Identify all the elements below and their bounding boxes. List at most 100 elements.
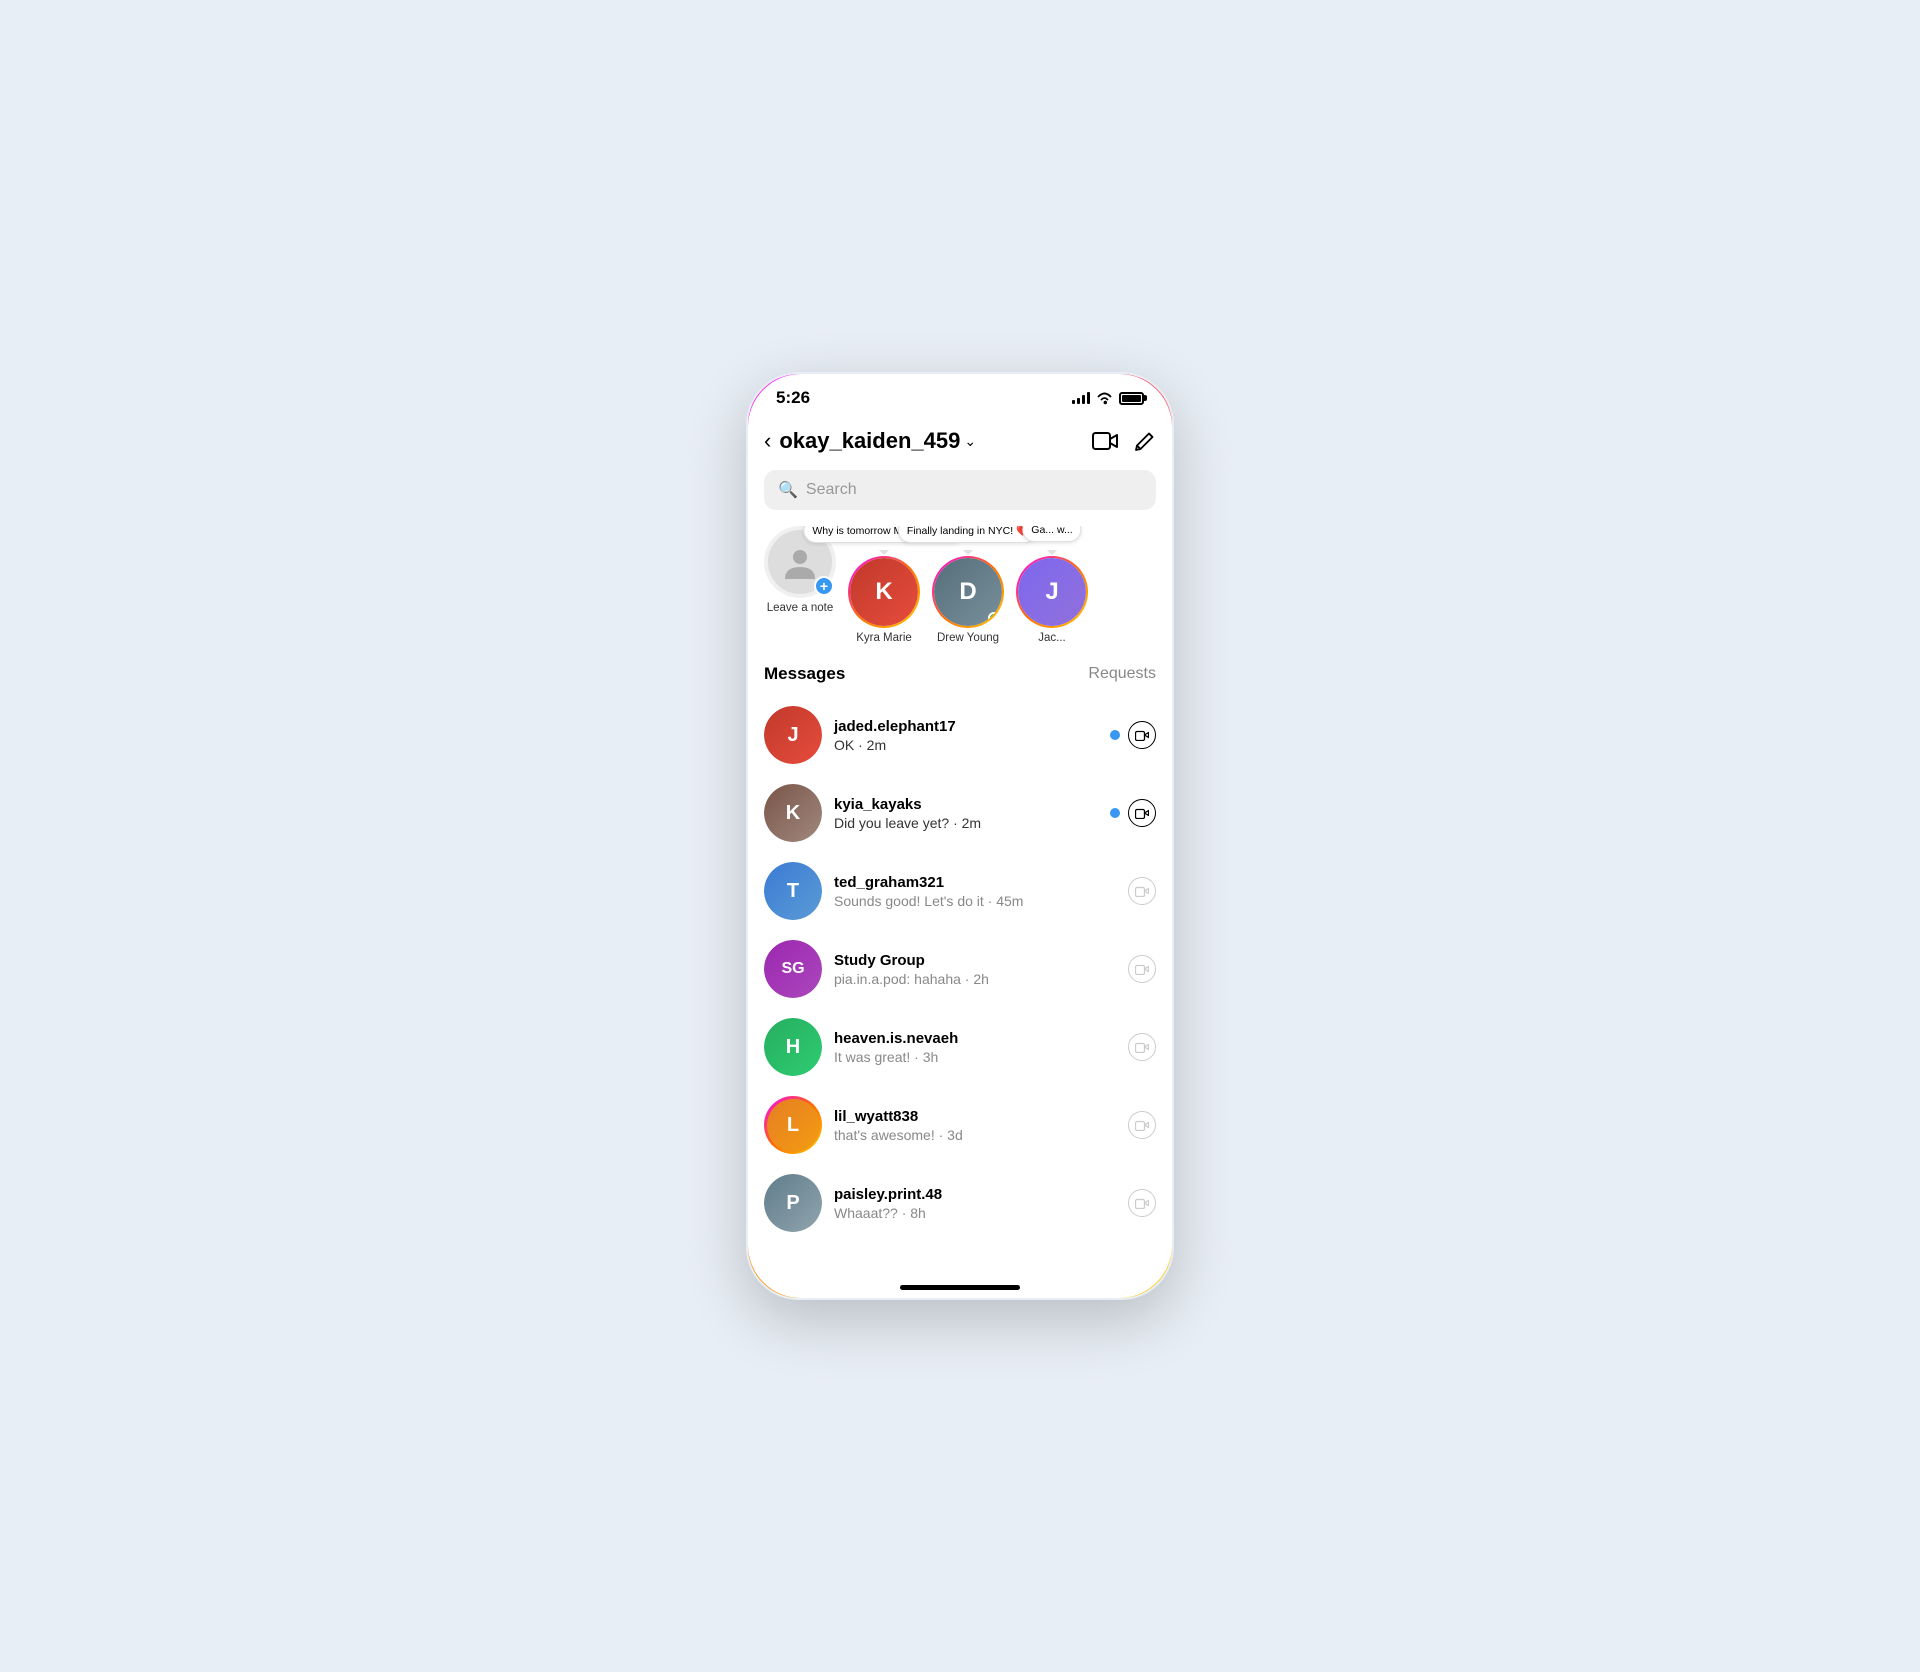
story-label-jac: Jac... <box>1038 632 1065 644</box>
status-bar: 5:26 <box>748 374 1172 416</box>
chevron-down-icon[interactable]: ⌄ <box>964 433 976 450</box>
person-silhouette-icon <box>781 543 819 581</box>
story-item-jac[interactable]: Ga... w... J Jac... <box>1016 556 1088 644</box>
lil-wyatt-avatar-img: L <box>767 1099 820 1152</box>
message-item-kyia[interactable]: K kyia_kayaks Did you leave yet? · 2m <box>752 774 1168 852</box>
msg-preview-ted: Sounds good! Let's do it · 45m <box>834 893 1116 909</box>
header-icons <box>1092 430 1156 452</box>
paisley-avatar-img: P <box>764 1174 822 1232</box>
camera-icon-svg-heaven <box>1135 1041 1149 1053</box>
camera-button-studygroup[interactable] <box>1128 955 1156 983</box>
story-label-drew: Drew Young <box>937 632 999 644</box>
kyia-avatar-img: K <box>764 784 822 842</box>
header: ‹ okay_kaiden_459 ⌄ <box>748 416 1172 470</box>
status-icons <box>1072 392 1144 405</box>
camera-icon-svg <box>1135 729 1149 741</box>
phone-screen: 5:26 ‹ okay_kaiden_459 ⌄ <box>748 374 1172 1298</box>
note-bubble-drew: Finally landing in NYC! ❤️ <box>898 526 1038 543</box>
messages-list: J jaded.elephant17 OK · 2m <box>748 696 1172 1266</box>
camera-button-kyia[interactable] <box>1128 799 1156 827</box>
msg-preview-lil-wyatt: that's awesome! · 3d <box>834 1127 1116 1143</box>
add-button: + <box>814 576 834 596</box>
video-call-icon[interactable] <box>1092 430 1118 452</box>
kyra-avatar-img: K <box>850 558 918 626</box>
username-area: okay_kaiden_459 ⌄ <box>779 428 1092 454</box>
message-item-heaven[interactable]: H heaven.is.nevaeh It was great! · 3h <box>752 1008 1168 1086</box>
msg-avatar-lil-wyatt: L <box>764 1096 822 1154</box>
msg-right-heaven <box>1128 1033 1156 1061</box>
message-item-studygroup[interactable]: SG Study Group pia.in.a.pod: hahaha · 2h <box>752 930 1168 1008</box>
message-item-paisley[interactable]: P paisley.print.48 Whaaat?? · 8h <box>752 1164 1168 1242</box>
msg-right-jaded <box>1110 721 1156 749</box>
messages-header: Messages Requests <box>748 660 1172 696</box>
jaded-avatar-img: J <box>764 706 822 764</box>
camera-button-lil-wyatt[interactable] <box>1128 1111 1156 1139</box>
drew-avatar: D <box>932 556 1004 628</box>
search-bar[interactable]: 🔍 Search <box>764 470 1156 510</box>
plus-icon: + <box>820 579 828 593</box>
msg-username-heaven: heaven.is.nevaeh <box>834 1030 1116 1047</box>
home-bar <box>900 1285 1020 1290</box>
msg-content-heaven: heaven.is.nevaeh It was great! · 3h <box>834 1030 1116 1065</box>
note-bubble-jac-tail <box>1047 550 1057 560</box>
msg-content-studygroup: Study Group pia.in.a.pod: hahaha · 2h <box>834 952 1116 987</box>
status-time: 5:26 <box>776 388 810 408</box>
msg-username-jaded: jaded.elephant17 <box>834 718 1098 735</box>
search-icon: 🔍 <box>778 480 798 500</box>
camera-icon-svg-kyia <box>1135 807 1149 819</box>
camera-button-heaven[interactable] <box>1128 1033 1156 1061</box>
camera-icon-svg-lil-wyatt <box>1135 1119 1149 1131</box>
msg-right-lil-wyatt <box>1128 1111 1156 1139</box>
note-bubble-kyra-tail <box>879 550 889 560</box>
camera-icon-svg-studygroup <box>1135 963 1149 975</box>
ted-avatar-img: T <box>764 862 822 920</box>
message-item-lil-wyatt[interactable]: L lil_wyatt838 that's awesome! · 3d <box>752 1086 1168 1164</box>
active-status-dot <box>988 612 1000 624</box>
story-item-kyra[interactable]: Why is tomorrow Monday!? 😩 K Kyra Marie <box>848 556 920 644</box>
username-label: okay_kaiden_459 <box>779 428 960 454</box>
jac-avatar-img: J <box>1018 558 1086 626</box>
kyra-avatar: K <box>848 556 920 628</box>
message-item-jaded[interactable]: J jaded.elephant17 OK · 2m <box>752 696 1168 774</box>
msg-avatar-paisley: P <box>764 1174 822 1232</box>
msg-avatar-jaded: J <box>764 706 822 764</box>
msg-right-ted <box>1128 877 1156 905</box>
unread-dot-jaded <box>1110 730 1120 740</box>
msg-content-ted: ted_graham321 Sounds good! Let's do it ·… <box>834 874 1116 909</box>
story-item-drew[interactable]: Finally landing in NYC! ❤️ D Drew Young <box>932 556 1004 644</box>
camera-button-ted[interactable] <box>1128 877 1156 905</box>
search-placeholder: Search <box>806 481 857 499</box>
message-item-ted[interactable]: T ted_graham321 Sounds good! Let's do it… <box>752 852 1168 930</box>
camera-button-paisley[interactable] <box>1128 1189 1156 1217</box>
msg-right-kyia <box>1110 799 1156 827</box>
wifi-icon <box>1096 392 1113 405</box>
messages-title: Messages <box>764 664 845 684</box>
compose-icon[interactable] <box>1134 430 1156 452</box>
msg-content-paisley: paisley.print.48 Whaaat?? · 8h <box>834 1186 1116 1221</box>
msg-preview-heaven: It was great! · 3h <box>834 1049 1116 1065</box>
story-label-kyra: Kyra Marie <box>856 632 912 644</box>
msg-right-paisley <box>1128 1189 1156 1217</box>
home-indicator <box>748 1266 1172 1298</box>
requests-button[interactable]: Requests <box>1088 665 1156 683</box>
msg-preview-paisley: Whaaat?? · 8h <box>834 1205 1116 1221</box>
msg-preview-kyia: Did you leave yet? · 2m <box>834 815 1098 831</box>
msg-username-paisley: paisley.print.48 <box>834 1186 1116 1203</box>
msg-content-kyia: kyia_kayaks Did you leave yet? · 2m <box>834 796 1098 831</box>
studygroup-avatar-img: SG <box>764 940 822 998</box>
camera-icon-svg-ted <box>1135 885 1149 897</box>
msg-preview-jaded: OK · 2m <box>834 737 1098 753</box>
msg-username-studygroup: Study Group <box>834 952 1116 969</box>
back-button[interactable]: ‹ <box>764 424 779 458</box>
camera-button-jaded[interactable] <box>1128 721 1156 749</box>
msg-avatar-heaven: H <box>764 1018 822 1076</box>
msg-content-jaded: jaded.elephant17 OK · 2m <box>834 718 1098 753</box>
msg-username-lil-wyatt: lil_wyatt838 <box>834 1108 1116 1125</box>
msg-avatar-ted: T <box>764 862 822 920</box>
msg-right-studygroup <box>1128 955 1156 983</box>
msg-content-lil-wyatt: lil_wyatt838 that's awesome! · 3d <box>834 1108 1116 1143</box>
note-bubble-jac: Ga... w... <box>1022 526 1081 542</box>
note-bubble-drew-tail <box>963 550 973 560</box>
signal-icon <box>1072 392 1090 404</box>
msg-preview-studygroup: pia.in.a.pod: hahaha · 2h <box>834 971 1116 987</box>
